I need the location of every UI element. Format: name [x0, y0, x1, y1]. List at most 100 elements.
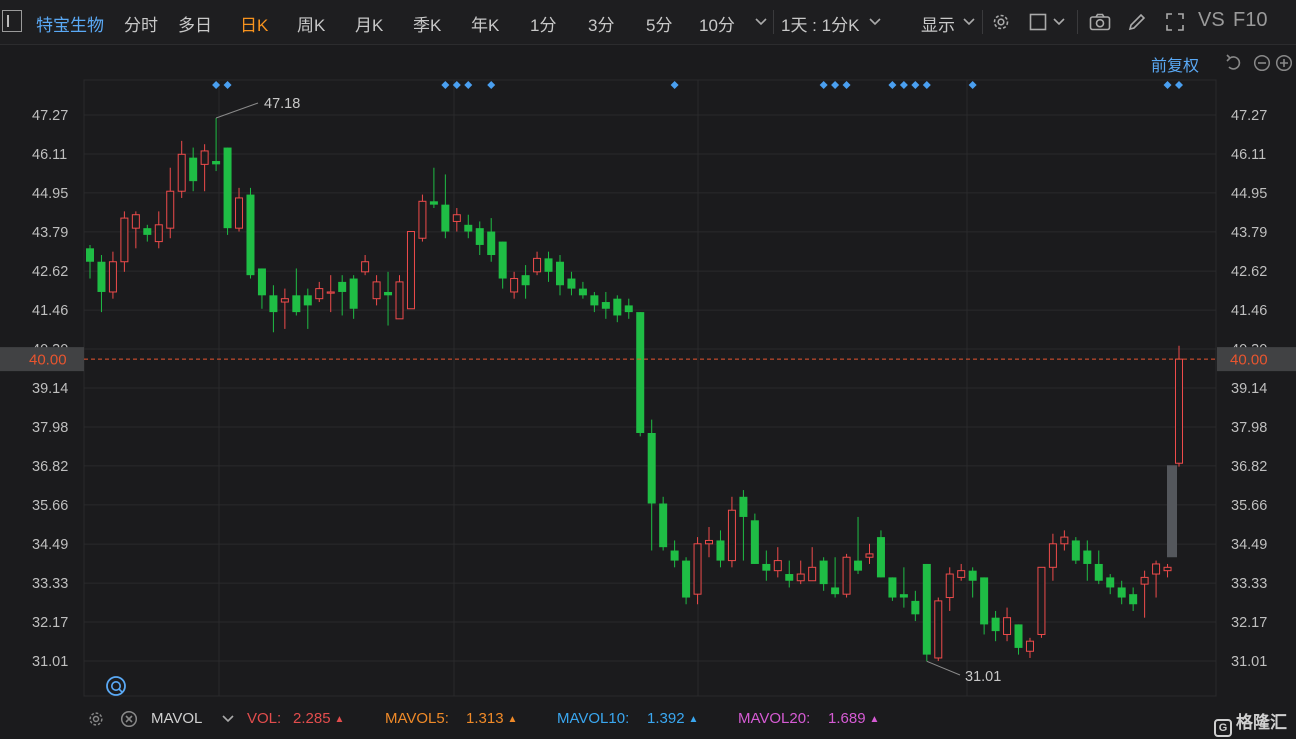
candle[interactable] — [177, 140, 186, 198]
tab-5min[interactable]: 5分 — [646, 11, 672, 36]
event-marker[interactable] — [670, 81, 679, 89]
candle[interactable] — [464, 214, 473, 239]
candle[interactable] — [200, 144, 209, 192]
candle[interactable] — [1003, 607, 1012, 642]
candle[interactable] — [510, 271, 519, 299]
candle[interactable] — [647, 419, 656, 551]
candle[interactable] — [143, 224, 152, 242]
candle[interactable] — [796, 560, 805, 585]
candle[interactable] — [166, 167, 175, 239]
candle[interactable] — [1117, 580, 1126, 605]
candle[interactable] — [842, 553, 851, 598]
tab-monthly-k[interactable]: 月K — [355, 11, 383, 36]
candle[interactable] — [922, 563, 931, 662]
event-marker[interactable] — [223, 81, 232, 89]
candle[interactable] — [1060, 530, 1069, 551]
candle[interactable] — [372, 275, 381, 306]
chevron-down-icon[interactable] — [1051, 10, 1067, 34]
candle[interactable] — [613, 295, 622, 323]
pen-icon[interactable] — [1125, 10, 1149, 34]
event-marker[interactable] — [441, 81, 450, 89]
f10-button[interactable]: F10 — [1233, 9, 1267, 32]
event-marker[interactable] — [1163, 81, 1172, 89]
display-menu[interactable]: 显示 — [921, 11, 955, 36]
gear-icon[interactable] — [989, 10, 1013, 34]
event-marker[interactable] — [922, 81, 931, 89]
event-marker[interactable] — [911, 81, 920, 89]
event-marker[interactable] — [888, 81, 897, 89]
close-circle-icon[interactable] — [119, 707, 139, 731]
candle[interactable] — [601, 291, 610, 319]
candle[interactable] — [659, 496, 668, 551]
candle[interactable] — [739, 490, 748, 561]
candle[interactable] — [693, 537, 702, 605]
candle[interactable] — [705, 527, 714, 558]
candle[interactable] — [865, 543, 874, 564]
candle[interactable] — [406, 231, 415, 310]
candle[interactable] — [831, 557, 840, 598]
candle[interactable] — [590, 291, 599, 313]
tab-fenshi[interactable]: 分时 — [124, 11, 158, 36]
tab-daily-k[interactable]: 日K — [240, 11, 268, 36]
candle[interactable] — [1163, 563, 1172, 578]
candle[interactable] — [429, 167, 438, 209]
candle[interactable] — [980, 577, 989, 635]
candle[interactable] — [636, 312, 645, 437]
candle[interactable] — [1129, 587, 1138, 611]
candle[interactable] — [257, 268, 266, 309]
event-marker[interactable] — [819, 81, 828, 89]
candle[interactable] — [108, 251, 117, 299]
candle[interactable] — [498, 241, 507, 289]
tab-yearly-k[interactable]: 年K — [471, 11, 499, 36]
tab-10min[interactable]: 10分 — [699, 11, 735, 36]
event-marker[interactable] — [842, 81, 851, 89]
candle[interactable] — [991, 610, 1000, 642]
candle[interactable] — [888, 577, 897, 601]
candle[interactable] — [395, 275, 404, 320]
multi-period-select[interactable]: 1天 : 1分K — [781, 11, 859, 36]
event-marker[interactable] — [1175, 81, 1183, 89]
candle[interactable] — [154, 211, 163, 249]
candle[interactable] — [223, 147, 232, 235]
menu-icon[interactable] — [2, 10, 22, 32]
candle[interactable] — [86, 244, 94, 279]
candle[interactable] — [315, 281, 324, 303]
candle[interactable] — [487, 218, 496, 262]
tab-3min[interactable]: 3分 — [588, 11, 614, 36]
candle[interactable] — [1152, 560, 1161, 598]
candle[interactable] — [899, 567, 908, 608]
candle[interactable] — [131, 211, 140, 249]
camera-icon[interactable] — [1088, 10, 1112, 34]
candle[interactable] — [567, 271, 576, 296]
tab-weekly-k[interactable]: 周K — [297, 11, 325, 36]
event-marker[interactable] — [968, 81, 977, 89]
vs-button[interactable]: VS — [1198, 9, 1225, 32]
candle[interactable] — [475, 221, 484, 256]
candle[interactable] — [418, 194, 427, 242]
candle[interactable] — [1071, 537, 1080, 564]
chevron-down-icon[interactable] — [866, 10, 884, 34]
event-marker[interactable] — [899, 81, 908, 89]
candle[interactable] — [945, 567, 954, 611]
event-marker[interactable] — [487, 81, 496, 89]
expand-icon[interactable] — [1163, 10, 1187, 34]
candle[interactable] — [246, 187, 255, 279]
candle[interactable] — [441, 174, 450, 239]
candle[interactable] — [876, 530, 885, 578]
candle[interactable] — [280, 288, 289, 329]
candle[interactable] — [1175, 345, 1183, 467]
candle[interactable] — [292, 268, 301, 316]
tab-1min[interactable]: 1分 — [530, 11, 556, 36]
candle[interactable] — [269, 285, 278, 333]
candle[interactable] — [1106, 574, 1115, 595]
candle[interactable] — [120, 211, 129, 272]
candle[interactable] — [521, 265, 530, 299]
candle[interactable] — [533, 251, 542, 276]
tab-quarterly-k[interactable]: 季K — [413, 11, 441, 36]
candle[interactable] — [97, 255, 106, 313]
candle[interactable] — [338, 275, 347, 316]
candle[interactable] — [624, 298, 633, 319]
candle[interactable] — [1094, 550, 1103, 585]
candle[interactable] — [1025, 637, 1034, 658]
candle[interactable] — [819, 557, 828, 591]
